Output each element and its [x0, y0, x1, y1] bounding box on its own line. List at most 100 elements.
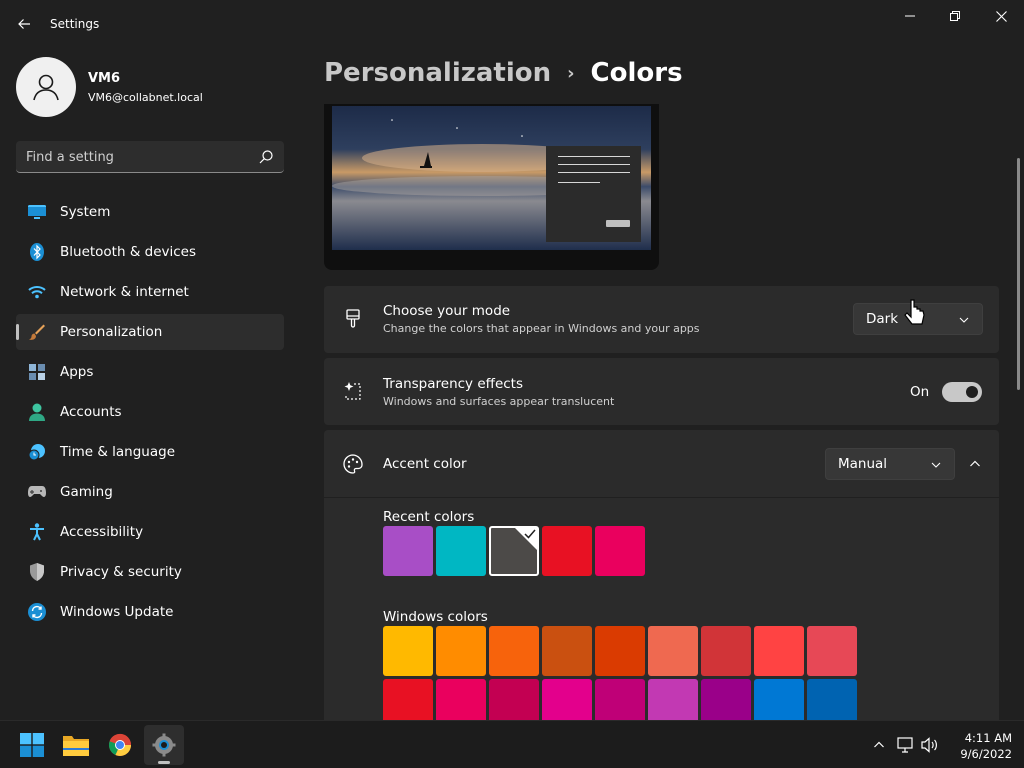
avatar[interactable]	[16, 57, 76, 117]
checkmark-icon	[524, 529, 536, 539]
recent-color-swatch[interactable]	[436, 526, 486, 576]
close-button[interactable]	[978, 0, 1024, 32]
windows-color-swatch[interactable]	[436, 626, 486, 676]
recent-color-swatch[interactable]	[383, 526, 433, 576]
accent-card: Accent color Manual	[324, 430, 999, 497]
accent-dropdown[interactable]: Manual	[825, 448, 955, 480]
minimize-button[interactable]	[887, 0, 933, 32]
transparency-subtitle: Windows and surfaces appear translucent	[383, 395, 615, 408]
scrollbar[interactable]	[1017, 158, 1020, 390]
clock-time: 4:11 AM	[964, 731, 1012, 745]
windows-color-swatch[interactable]	[489, 679, 539, 720]
search-box[interactable]	[16, 141, 284, 173]
recent-color-swatch[interactable]	[595, 526, 645, 576]
sidebar-item-apps[interactable]: Apps	[16, 354, 284, 390]
start-button[interactable]	[12, 725, 52, 765]
toggle-knob	[966, 386, 978, 398]
sidebar-item-gaming[interactable]: Gaming	[16, 474, 284, 510]
back-arrow-icon	[18, 19, 30, 29]
collapse-button[interactable]	[960, 448, 990, 480]
title-bar: Settings	[0, 0, 1024, 48]
transparency-icon	[342, 380, 364, 402]
chevron-down-icon	[959, 317, 969, 323]
mode-title: Choose your mode	[383, 303, 511, 319]
transparency-card: Transparency effects Windows and surface…	[324, 358, 999, 425]
sidebar-item-time-language[interactable]: Time & language	[16, 434, 284, 470]
windows-color-swatch[interactable]	[754, 679, 804, 720]
chrome-icon	[108, 733, 132, 756]
user-email: VM6@collabnet.local	[88, 91, 203, 104]
taskbar: 4:11 AM 9/6/2022	[0, 720, 1024, 768]
windows-color-swatch[interactable]	[595, 626, 645, 676]
transparency-toggle[interactable]	[942, 382, 982, 402]
sidebar-item-accessibility[interactable]: Accessibility	[16, 514, 284, 550]
windows-color-swatch[interactable]	[648, 679, 698, 720]
windows-color-swatch[interactable]	[648, 626, 698, 676]
brush-mode-icon	[342, 308, 364, 330]
brush-icon	[28, 323, 46, 341]
chrome-button[interactable]	[100, 725, 140, 765]
sidebar-item-label: Gaming	[60, 484, 113, 500]
windows-color-swatch[interactable]	[383, 626, 433, 676]
windows-color-swatch[interactable]	[542, 626, 592, 676]
windows-color-swatch[interactable]	[542, 679, 592, 720]
gamepad-icon	[28, 483, 46, 501]
windows-color-swatch[interactable]	[807, 626, 857, 676]
mode-subtitle: Change the colors that appear in Windows…	[383, 322, 700, 335]
sidebar-item-bluetooth[interactable]: Bluetooth & devices	[16, 234, 284, 270]
volume-tray-icon[interactable]	[920, 735, 940, 755]
accent-value: Manual	[838, 456, 888, 472]
restore-button[interactable]	[932, 0, 978, 32]
windows-color-swatch[interactable]	[489, 626, 539, 676]
restore-icon	[950, 11, 960, 21]
search-icon[interactable]	[258, 149, 274, 165]
sidebar-item-network[interactable]: Network & internet	[16, 274, 284, 310]
network-icon	[897, 737, 913, 753]
accent-expanded-panel: Recent colors Windows colors	[324, 498, 999, 720]
selected-corner	[515, 528, 537, 550]
show-hidden-icons-button[interactable]	[869, 735, 889, 755]
sidebar-item-system[interactable]: System	[16, 194, 284, 230]
transparency-state-label: On	[910, 384, 930, 400]
file-explorer-button[interactable]	[56, 725, 96, 765]
sidebar-item-label: Time & language	[60, 444, 176, 460]
sidebar-item-label: Accounts	[60, 404, 122, 420]
recent-color-swatch-selected[interactable]	[489, 526, 539, 576]
mode-value: Dark	[866, 311, 899, 327]
recent-color-swatch[interactable]	[542, 526, 592, 576]
chevron-up-icon	[970, 460, 980, 467]
theme-preview	[324, 104, 659, 270]
windows-color-swatch[interactable]	[754, 626, 804, 676]
nav-list: System Bluetooth & devices Network & int…	[16, 194, 284, 634]
wifi-icon	[28, 283, 46, 301]
app-title: Settings	[50, 17, 100, 31]
sidebar-item-privacy[interactable]: Privacy & security	[16, 554, 284, 590]
clock[interactable]: 4:11 AM 9/6/2022	[950, 730, 1012, 762]
sidebar-item-label: System	[60, 204, 111, 220]
settings-app-button[interactable]	[144, 725, 184, 765]
windows-color-swatch[interactable]	[383, 679, 433, 720]
sidebar-item-label: Apps	[60, 364, 94, 380]
sidebar: VM6 VM6@collabnet.local System Bluetooth…	[0, 48, 300, 720]
update-icon	[28, 603, 46, 621]
apps-icon	[28, 363, 46, 381]
windows-color-swatch[interactable]	[807, 679, 857, 720]
windows-color-swatch[interactable]	[436, 679, 486, 720]
page-title: Colors	[590, 58, 683, 88]
search-input[interactable]	[26, 147, 246, 167]
sidebar-item-accounts[interactable]: Accounts	[16, 394, 284, 430]
network-tray-icon[interactable]	[896, 735, 916, 755]
windows-color-swatch[interactable]	[701, 626, 751, 676]
breadcrumb-parent[interactable]: Personalization	[324, 58, 551, 88]
breadcrumb: Personalization › Colors	[324, 58, 683, 88]
windows-color-swatch[interactable]	[701, 679, 751, 720]
windows-color-swatch[interactable]	[595, 679, 645, 720]
mode-card: Choose your mode Change the colors that …	[324, 286, 999, 353]
accent-title: Accent color	[383, 456, 467, 472]
sidebar-item-windows-update[interactable]: Windows Update	[16, 594, 284, 630]
back-button[interactable]	[10, 10, 38, 38]
sidebar-item-personalization[interactable]: Personalization	[16, 314, 284, 350]
transparency-title: Transparency effects	[383, 376, 523, 392]
chevron-down-icon	[931, 462, 941, 468]
wallpaper-preview-image	[332, 106, 651, 250]
